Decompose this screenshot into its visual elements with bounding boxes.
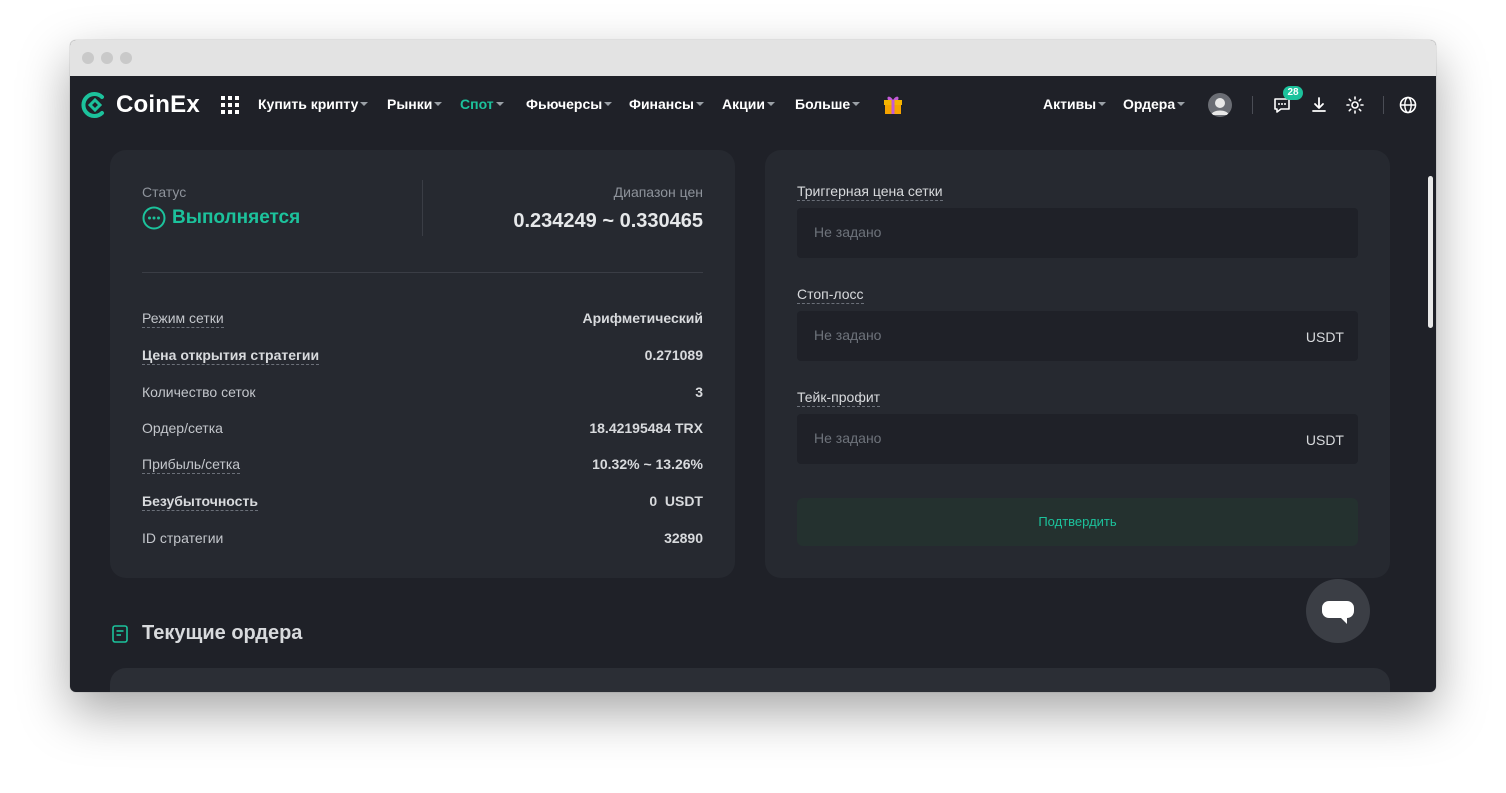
section-title: Текущие ордера [142, 622, 303, 644]
info-row-order-per-grid: Ордер/сетка 18.42195484 TRX [142, 420, 703, 440]
caret-down-icon [495, 102, 504, 106]
info-row-profit-per-grid: Прибыль/сетка 10.32% ~ 13.26% [142, 456, 703, 476]
scrollbar-thumb[interactable] [1428, 176, 1433, 328]
nav-label: Акции [722, 96, 765, 112]
nav-label: Спот [460, 96, 494, 112]
info-key[interactable]: Цена открытия стратегии [142, 347, 320, 365]
page-scrollbar[interactable] [1426, 134, 1436, 692]
info-key[interactable]: Режим сетки [142, 310, 224, 328]
avatar[interactable] [1208, 93, 1232, 117]
gift-icon[interactable] [882, 93, 904, 115]
info-row-grid-count: Количество сеток 3 [142, 384, 703, 404]
window-maximize-dot[interactable] [120, 52, 132, 64]
user-avatar-icon [1208, 93, 1232, 117]
info-value: 10.32% ~ 13.26% [592, 456, 703, 472]
nav-divider [1252, 96, 1253, 114]
status-value: Выполняется [142, 206, 300, 230]
confirm-button[interactable]: Подтвердить [797, 498, 1358, 546]
strategy-settings-card: Триггерная цена сетки Не задано Стоп-лос… [765, 150, 1390, 578]
stop-loss-label[interactable]: Стоп-лосс [797, 286, 864, 304]
info-row-breakeven: Безубыточность 0 USDT [142, 493, 703, 513]
caret-down-icon [434, 102, 443, 106]
nav-label: Фьючерсы [526, 96, 603, 112]
window-minimize-dot[interactable] [101, 52, 113, 64]
top-navbar: CoinEx Купить крипту Рынки Спот Фьючерсы… [70, 76, 1436, 134]
window-close-dot[interactable] [82, 52, 94, 64]
stop-loss-unit: USDT [1305, 329, 1344, 345]
brand-name: CoinEx [116, 91, 200, 118]
strategy-info-card: Статус Выполняется Диапазон цен 0.234249… [110, 150, 735, 578]
caret-down-icon [1098, 102, 1107, 106]
nav-label: Купить крипту [258, 96, 359, 112]
info-row-grid-mode: Режим сетки Арифметический [142, 310, 703, 330]
current-orders-header: Текущие ордера [110, 622, 302, 645]
info-key[interactable]: Прибыль/сетка [142, 456, 241, 474]
apps-grid-icon[interactable] [221, 96, 239, 114]
take-profit-placeholder: Не задано [814, 430, 882, 446]
nav-finance[interactable]: Финансы [629, 96, 704, 112]
nav-markets[interactable]: Рынки [387, 96, 443, 112]
price-range-value: 0.234249 ~ 0.330465 [513, 210, 703, 232]
nav-stocks[interactable]: Акции [722, 96, 775, 112]
support-chat-button[interactable] [1306, 579, 1370, 643]
nav-more[interactable]: Больше [795, 96, 861, 112]
info-value: 18.42195484 TRX [589, 420, 703, 436]
stop-loss-placeholder: Не задано [814, 327, 882, 343]
caret-down-icon [360, 102, 369, 106]
nav-futures[interactable]: Фьючерсы [526, 96, 613, 112]
info-value: 32890 [664, 530, 703, 546]
globe-icon[interactable] [1398, 95, 1418, 115]
coinex-logo[interactable]: CoinEx [80, 90, 200, 120]
trigger-price-label[interactable]: Триггерная цена сетки [797, 183, 943, 201]
nav-label: Рынки [387, 96, 433, 112]
trigger-price-placeholder: Не задано [814, 224, 882, 240]
download-icon[interactable] [1309, 95, 1329, 115]
price-range-label: Диапазон цен [613, 184, 703, 200]
info-key: Количество сеток [142, 384, 256, 400]
info-divider [142, 272, 703, 273]
nav-spot[interactable]: Спот [460, 96, 504, 112]
running-status-icon [142, 206, 166, 230]
chat-bubble-icon [1322, 601, 1354, 624]
status-text: Выполняется [172, 207, 301, 228]
stop-loss-input[interactable]: Не задано USDT [797, 311, 1358, 361]
info-value: 0.271089 [644, 347, 703, 363]
nav-buy-crypto[interactable]: Купить крипту [258, 96, 369, 112]
browser-window: CoinEx Купить крипту Рынки Спот Фьючерсы… [70, 40, 1436, 692]
notification-badge: 28 [1283, 86, 1303, 100]
status-label: Статус [142, 184, 187, 200]
nav-label: Ордера [1123, 96, 1176, 112]
caret-down-icon [766, 102, 775, 106]
status-divider [422, 180, 423, 236]
info-value: 3 [695, 384, 703, 400]
take-profit-label[interactable]: Тейк-профит [797, 389, 881, 407]
caret-down-icon [604, 102, 613, 106]
current-orders-card [110, 668, 1390, 692]
trigger-price-input[interactable]: Не задано [797, 208, 1358, 258]
coinex-logo-icon [81, 92, 104, 118]
nav-label: Финансы [629, 96, 694, 112]
caret-down-icon [696, 102, 704, 106]
take-profit-input[interactable]: Не задано USDT [797, 414, 1358, 464]
info-row-open-price: Цена открытия стратегии 0.271089 [142, 347, 703, 367]
nav-label: Активы [1043, 96, 1097, 112]
info-key: ID стратегии [142, 530, 224, 546]
info-key: Ордер/сетка [142, 420, 223, 436]
info-key[interactable]: Безубыточность [142, 493, 258, 511]
info-value: Арифметический [582, 310, 704, 326]
orders-list-icon [112, 624, 128, 643]
info-row-strategy-id: ID стратегии 32890 [142, 530, 703, 550]
caret-down-icon [852, 102, 861, 106]
caret-down-icon [1177, 102, 1186, 106]
info-value: 0 USDT [649, 493, 703, 509]
take-profit-unit: USDT [1305, 432, 1344, 448]
nav-assets[interactable]: Активы [1043, 96, 1107, 112]
nav-divider [1383, 96, 1384, 114]
nav-label: Больше [795, 96, 851, 112]
window-titlebar [70, 40, 1436, 76]
theme-icon[interactable] [1345, 95, 1365, 115]
nav-orders[interactable]: Ордера [1123, 96, 1186, 112]
